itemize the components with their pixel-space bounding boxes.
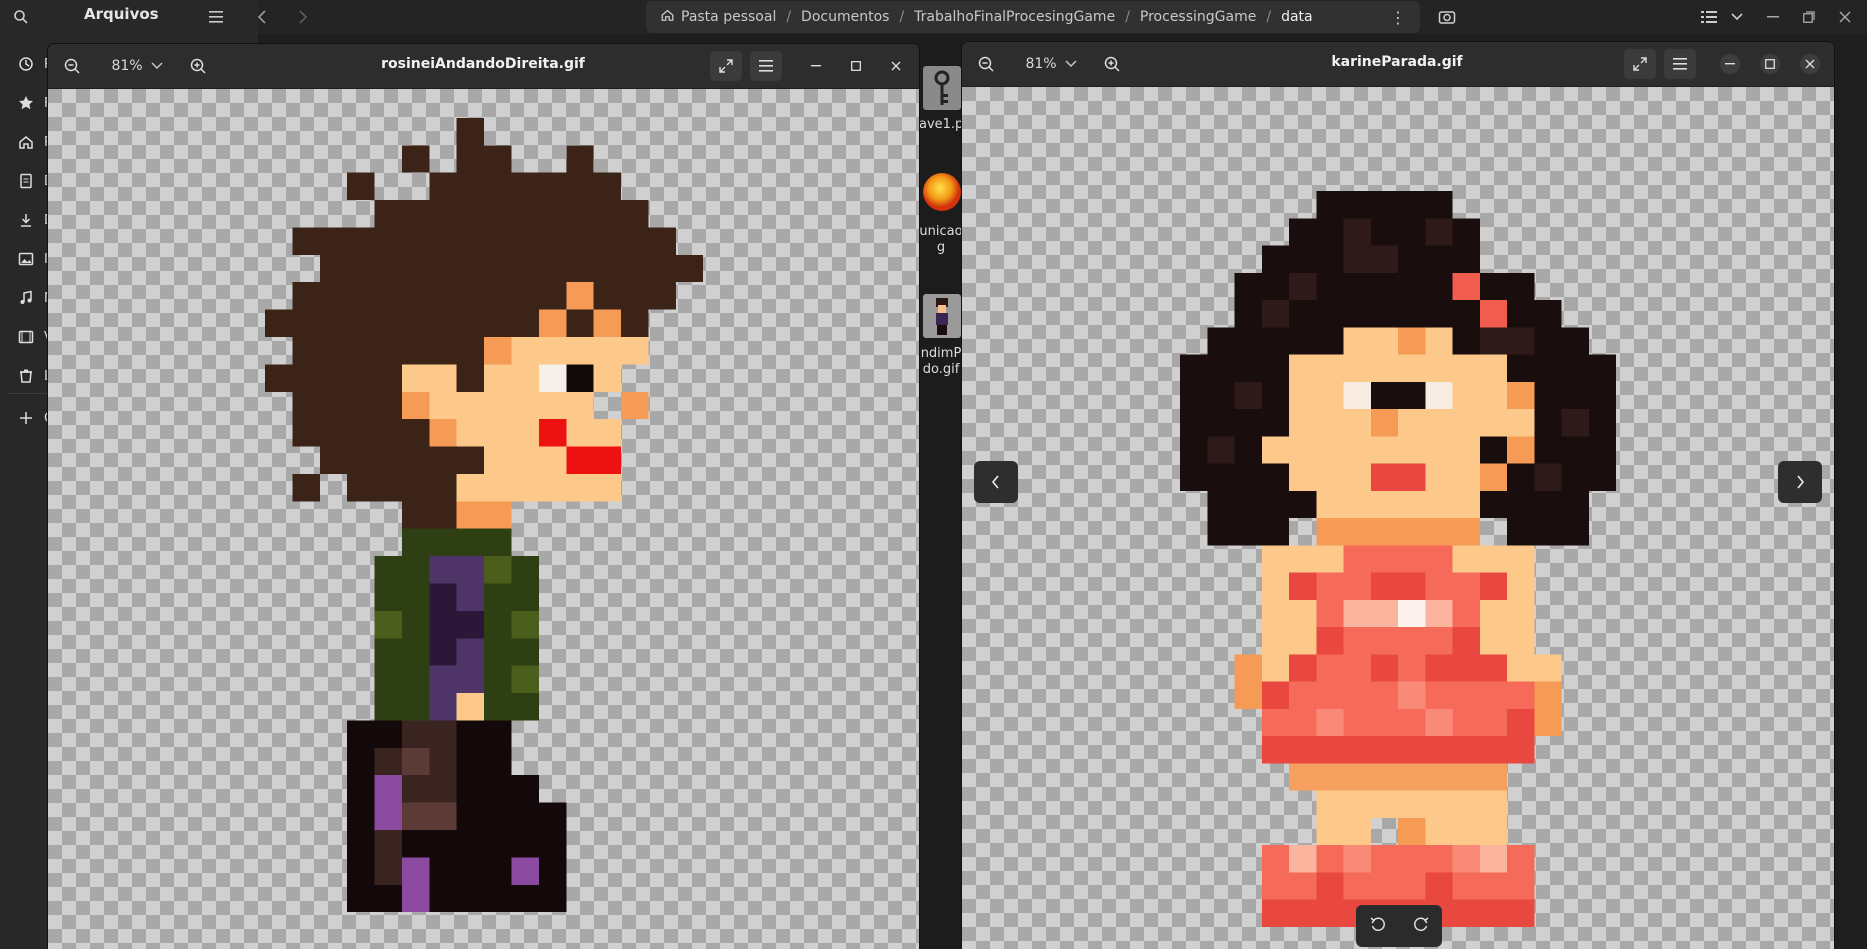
- restore-icon[interactable]: [1798, 6, 1820, 28]
- files-app-title: Arquivos: [84, 5, 159, 23]
- breadcrumb-trabalho[interactable]: TrabalhoFinalProcesingGame: [904, 9, 1125, 25]
- hamburger-menu-icon[interactable]: [205, 6, 227, 28]
- image-canvas[interactable]: [48, 89, 919, 949]
- kebab-menu-icon[interactable]: ⋮: [1390, 8, 1420, 27]
- download-icon: [21, 214, 31, 227]
- viewer-header: 81% karineParada.gif: [962, 42, 1834, 87]
- breadcrumb-processinggame[interactable]: ProcessingGame: [1130, 9, 1266, 25]
- maximize-icon[interactable]: [846, 56, 866, 76]
- zoom-in-icon[interactable]: [1096, 49, 1128, 79]
- sprite-rosinei: [265, 117, 704, 913]
- breadcrumb-home[interactable]: Pasta pessoal: [675, 9, 786, 25]
- close-icon[interactable]: [1800, 54, 1820, 74]
- screenshot-icon[interactable]: [1436, 6, 1458, 28]
- file-label[interactable]: ave1.p: [919, 117, 963, 133]
- maximize-icon[interactable]: [1760, 54, 1780, 74]
- rotate-left-icon[interactable]: [1370, 916, 1386, 936]
- plus-icon: [20, 412, 32, 424]
- list-view-icon[interactable]: [1698, 6, 1720, 28]
- character-file-icon[interactable]: [923, 294, 961, 338]
- viewer-header: 81% rosineiAndandoDireita.gif: [48, 44, 919, 89]
- music-icon: [20, 290, 32, 304]
- video-icon: [18, 330, 34, 344]
- document-icon: [20, 173, 32, 189]
- chevron-down-icon: [151, 62, 163, 69]
- zoom-level-value: 81%: [1025, 56, 1057, 72]
- zoom-level-value: 81%: [111, 58, 143, 74]
- chevron-down-icon[interactable]: [1726, 6, 1748, 28]
- zoom-out-icon[interactable]: [970, 49, 1002, 79]
- home-icon: [646, 8, 675, 26]
- minimize-icon[interactable]: [1720, 54, 1740, 74]
- zoom-level-dropdown[interactable]: 81%: [92, 51, 182, 81]
- previous-image-button[interactable]: [974, 461, 1018, 503]
- search-icon[interactable]: [10, 6, 32, 28]
- back-icon[interactable]: [251, 6, 273, 28]
- image-viewer-left: 81% rosineiAndandoDireita.gif: [48, 44, 919, 949]
- rotate-toolbar: [1356, 905, 1442, 947]
- image-canvas[interactable]: [962, 87, 1834, 949]
- star-icon: [19, 96, 33, 110]
- recent-icon: [19, 57, 33, 71]
- chevron-left-icon: [991, 475, 999, 489]
- sprite-karine: [1180, 191, 1616, 927]
- minimize-icon[interactable]: [1762, 6, 1784, 28]
- orb-file-icon[interactable]: [923, 170, 961, 214]
- breadcrumb-documentos[interactable]: Documentos: [791, 9, 899, 25]
- trash-icon: [20, 369, 32, 383]
- zoom-level-dropdown[interactable]: 81%: [1006, 49, 1096, 79]
- forward-icon[interactable]: [292, 6, 314, 28]
- zoom-out-icon[interactable]: [56, 51, 88, 81]
- file-label[interactable]: ndimP do.gif: [919, 346, 963, 378]
- next-image-button[interactable]: [1778, 461, 1822, 503]
- close-icon[interactable]: [886, 56, 906, 76]
- menu-icon[interactable]: [1664, 49, 1696, 79]
- viewer-title: karineParada.gif: [1331, 54, 1463, 70]
- path-bar[interactable]: Pasta pessoal / Documentos / TrabalhoFin…: [646, 1, 1420, 33]
- close-icon[interactable]: [1834, 6, 1856, 28]
- fullscreen-icon[interactable]: [710, 51, 742, 81]
- file-label[interactable]: unicao g: [919, 224, 963, 256]
- fullscreen-icon[interactable]: [1624, 49, 1656, 79]
- menu-icon[interactable]: [750, 51, 782, 81]
- rotate-right-icon[interactable]: [1413, 916, 1429, 936]
- minimize-icon[interactable]: [806, 56, 826, 76]
- chevron-down-icon: [1065, 60, 1077, 67]
- image-viewer-right: 81% karineParada.gif: [962, 42, 1834, 949]
- image-icon: [18, 252, 34, 266]
- home-icon: [19, 136, 33, 149]
- breadcrumb-data[interactable]: data: [1271, 9, 1323, 25]
- key-file-icon[interactable]: [923, 66, 961, 110]
- viewer-title: rosineiAndandoDireita.gif: [381, 56, 585, 72]
- zoom-in-icon[interactable]: [182, 51, 214, 81]
- chevron-right-icon: [1797, 475, 1805, 489]
